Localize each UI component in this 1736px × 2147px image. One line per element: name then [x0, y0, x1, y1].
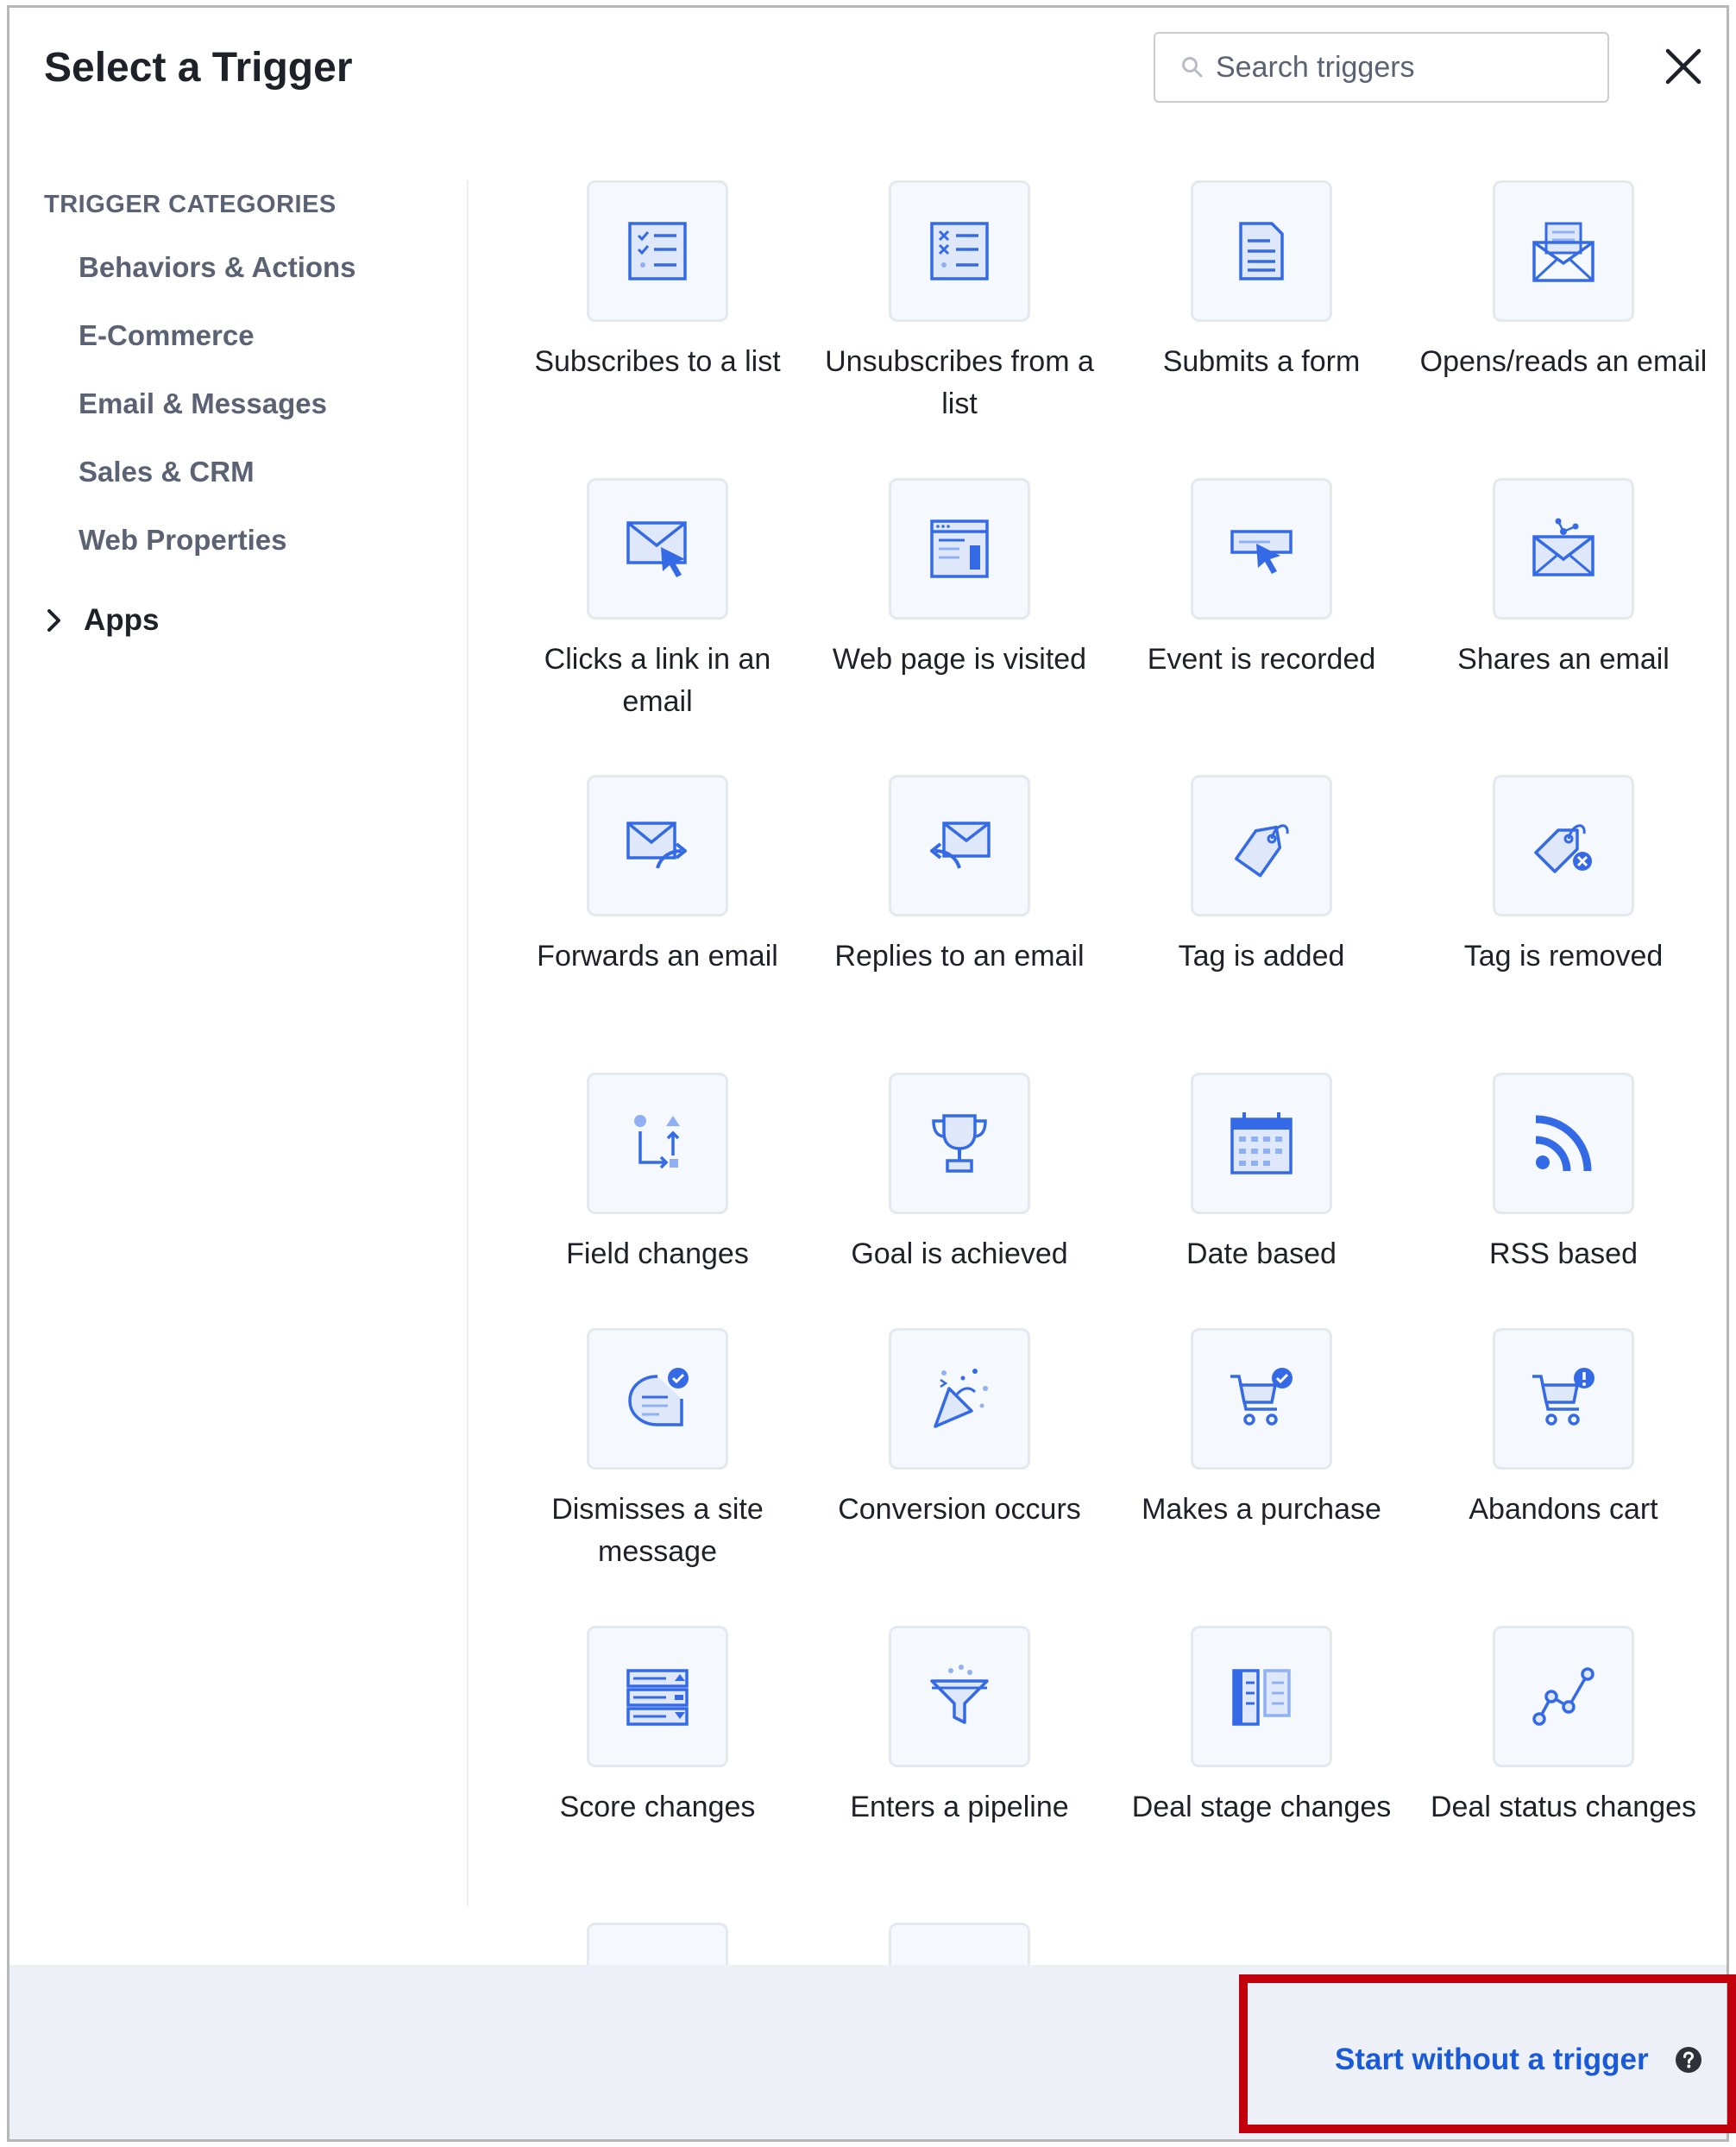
- trigger-field-changes[interactable]: Field changes: [506, 1073, 808, 1275]
- highlight-box: [1239, 1974, 1736, 2133]
- tag-icon: [1191, 775, 1332, 916]
- trigger-makes-purchase[interactable]: Makes a purchase: [1110, 1328, 1412, 1531]
- search-box[interactable]: [1154, 32, 1609, 103]
- trigger-rss-based[interactable]: RSS based: [1412, 1073, 1714, 1275]
- page-title: Select a Trigger: [44, 45, 353, 91]
- trigger-label: Forwards an email: [537, 940, 778, 973]
- trigger-modal: Select a Trigger TRIGGER CATEGORIES Beha…: [7, 5, 1729, 2142]
- trigger-unsubscribes[interactable]: Unsubscribes from a list: [808, 180, 1110, 425]
- trophy-icon: [889, 1073, 1030, 1214]
- trigger-score-changes[interactable]: Score changes: [506, 1626, 808, 1829]
- sidebar-item-email[interactable]: Email & Messages: [79, 387, 327, 420]
- search-input[interactable]: [1214, 49, 1597, 85]
- search-icon: [1182, 57, 1203, 78]
- trigger-event-recorded[interactable]: Event is recorded: [1110, 478, 1412, 681]
- forward-envelope-icon: [587, 775, 728, 916]
- trigger-label: Tag is added: [1178, 940, 1345, 973]
- funnel-icon: [889, 1626, 1030, 1767]
- checklist-icon: [587, 180, 728, 322]
- trigger-label: Date based: [1186, 1237, 1337, 1270]
- trigger-deal-status[interactable]: Deal status changes: [1412, 1626, 1714, 1829]
- trigger-label: Goal is achieved: [851, 1237, 1068, 1270]
- party-popper-icon: [889, 1328, 1030, 1470]
- trigger-label: Score changes: [559, 1791, 756, 1823]
- trigger-replies-email[interactable]: Replies to an email: [808, 775, 1110, 978]
- trigger-deal-stage[interactable]: Deal stage changes: [1110, 1626, 1412, 1829]
- trigger-label: Enters a pipeline: [850, 1791, 1069, 1823]
- trigger-conversion[interactable]: Conversion occurs: [808, 1328, 1110, 1531]
- trigger-label: Opens/reads an email: [1419, 345, 1708, 378]
- sidebar-heading: TRIGGER CATEGORIES: [44, 191, 337, 218]
- trigger-label: Deal status changes: [1430, 1791, 1697, 1823]
- close-button[interactable]: [1656, 39, 1711, 94]
- trigger-label: Deal stage changes: [1131, 1791, 1392, 1823]
- trigger-submits-form[interactable]: Submits a form: [1110, 180, 1412, 383]
- envelope-cursor-icon: [587, 478, 728, 620]
- sidebar-item-label: Apps: [84, 603, 160, 637]
- trigger-label: Clicks a link in an email: [544, 643, 771, 718]
- trigger-label: Makes a purchase: [1142, 1493, 1381, 1526]
- tag-remove-icon: [1493, 775, 1634, 916]
- reply-envelope-icon: [889, 775, 1030, 916]
- trigger-label: Subscribes to a list: [534, 345, 781, 378]
- unsubscribe-list-icon: [889, 180, 1030, 322]
- trigger-label: RSS based: [1489, 1237, 1638, 1270]
- chevron-right-icon: [47, 609, 60, 632]
- trigger-tag-removed[interactable]: Tag is removed: [1412, 775, 1714, 978]
- trigger-goal-achieved[interactable]: Goal is achieved: [808, 1073, 1110, 1275]
- trigger-label: Conversion occurs: [838, 1493, 1081, 1526]
- web-page-icon: [889, 478, 1030, 620]
- category-sidebar: TRIGGER CATEGORIES Behaviors & Actions E…: [9, 180, 469, 1906]
- trigger-label: Replies to an email: [834, 940, 1085, 973]
- share-envelope-icon: [1493, 478, 1634, 620]
- trigger-label: Shares an email: [1457, 643, 1670, 676]
- site-message-icon: [587, 1328, 728, 1470]
- trigger-label: Abandons cart: [1469, 1493, 1658, 1526]
- open-envelope-icon: [1493, 180, 1634, 322]
- rss-icon: [1493, 1073, 1634, 1214]
- trigger-shares-email[interactable]: Shares an email: [1412, 478, 1714, 681]
- trigger-label: Event is recorded: [1147, 643, 1376, 676]
- trigger-clicks-link[interactable]: Clicks a link in an email: [506, 478, 808, 723]
- trigger-forwards-email[interactable]: Forwards an email: [506, 775, 808, 978]
- calendar-icon: [1191, 1073, 1332, 1214]
- deal-stage-icon: [1191, 1626, 1332, 1767]
- trigger-label: Submits a form: [1162, 345, 1361, 378]
- line-chart-icon: [1493, 1626, 1634, 1767]
- trigger-label: Tag is removed: [1463, 940, 1664, 973]
- sidebar-item-behaviors[interactable]: Behaviors & Actions: [79, 251, 356, 284]
- trigger-label: Dismisses a site message: [551, 1493, 764, 1568]
- form-icon: [1191, 180, 1332, 322]
- sidebar-item-sales[interactable]: Sales & CRM: [79, 456, 255, 488]
- cart-alert-icon: [1493, 1328, 1634, 1470]
- sidebar-item-ecommerce[interactable]: E-Commerce: [79, 319, 255, 352]
- trigger-enters-pipeline[interactable]: Enters a pipeline: [808, 1626, 1110, 1829]
- trigger-dismisses-message[interactable]: Dismisses a site message: [506, 1328, 808, 1573]
- sidebar-item-web[interactable]: Web Properties: [79, 524, 286, 557]
- sidebar-item-apps[interactable]: Apps: [44, 603, 160, 638]
- trigger-subscribes[interactable]: Subscribes to a list: [506, 180, 808, 383]
- trigger-label: Field changes: [566, 1237, 749, 1270]
- trigger-tag-added[interactable]: Tag is added: [1110, 775, 1412, 978]
- trigger-abandons-cart[interactable]: Abandons cart: [1412, 1328, 1714, 1531]
- cart-check-icon: [1191, 1328, 1332, 1470]
- close-icon: [1665, 48, 1701, 85]
- trigger-opens-email[interactable]: Opens/reads an email: [1412, 180, 1714, 383]
- field-change-icon: [587, 1073, 728, 1214]
- event-cursor-icon: [1191, 478, 1332, 620]
- trigger-label: Unsubscribes from a list: [825, 345, 1094, 420]
- trigger-date-based[interactable]: Date based: [1110, 1073, 1412, 1275]
- score-bars-icon: [587, 1626, 728, 1767]
- trigger-label: Web page is visited: [832, 643, 1087, 676]
- trigger-web-visited[interactable]: Web page is visited: [808, 478, 1110, 681]
